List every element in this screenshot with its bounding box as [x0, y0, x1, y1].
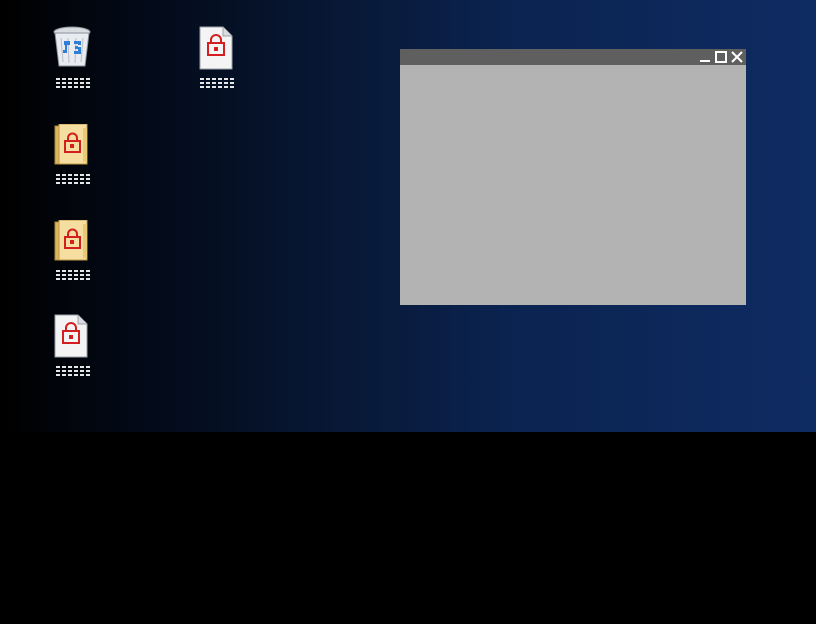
desktop-icon-recycle-bin[interactable] [44, 24, 100, 96]
locked-folder-icon [54, 124, 88, 165]
icon-label [56, 366, 92, 376]
minimize-button[interactable] [698, 50, 712, 64]
desktop-icon-locked-folder[interactable] [44, 122, 100, 194]
screen-black-area [0, 432, 816, 624]
icon-label [56, 78, 92, 88]
desktop [0, 0, 816, 432]
app-window[interactable] [400, 49, 746, 305]
locked-document-icon [54, 314, 88, 358]
maximize-button[interactable] [714, 50, 728, 64]
close-icon [731, 51, 743, 63]
window-titlebar[interactable] [400, 49, 746, 65]
desktop-icon-locked-document[interactable] [188, 24, 244, 96]
maximize-icon [715, 51, 727, 63]
locked-folder-icon [54, 220, 88, 261]
icon-label [200, 78, 236, 88]
close-button[interactable] [730, 50, 744, 64]
desktop-icon-locked-document[interactable] [44, 312, 100, 384]
desktop-icon-locked-folder[interactable] [44, 218, 100, 290]
icon-label [56, 174, 92, 184]
icon-label [56, 270, 92, 280]
window-content [400, 65, 746, 305]
recycle-bin-icon [53, 26, 91, 67]
locked-document-icon [199, 26, 233, 70]
minimize-icon [700, 60, 710, 62]
